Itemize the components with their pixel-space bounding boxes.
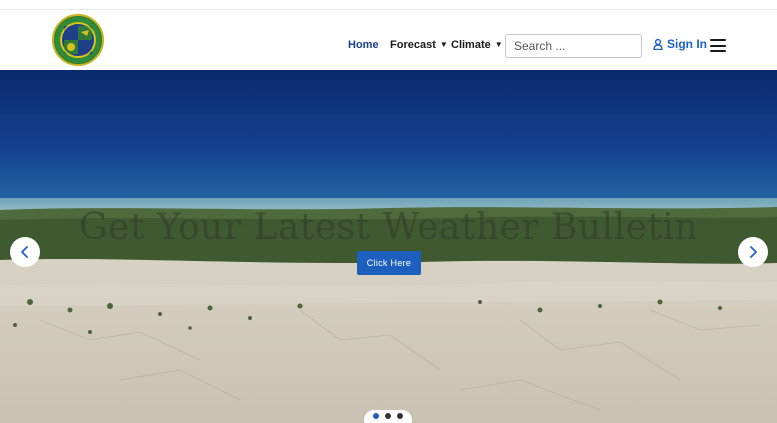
click-here-button[interactable]: Click Here	[357, 251, 421, 275]
sign-in-link[interactable]: Sign In	[653, 37, 707, 51]
hero-title: Get Your Latest Weather Bulletin	[78, 207, 699, 248]
chevron-right-icon	[750, 246, 757, 258]
carousel-dot-2[interactable]	[385, 413, 391, 419]
hero-carousel: Get Your Latest Weather Bulletin Click H…	[0, 70, 777, 423]
user-icon	[653, 38, 663, 50]
nav-forecast-label: Forecast	[390, 39, 436, 51]
carousel-prev-button[interactable]	[10, 237, 40, 267]
carousel-dot-3[interactable]	[397, 413, 403, 419]
chevron-down-icon: ▼	[494, 40, 503, 49]
site-logo[interactable]	[52, 14, 104, 66]
carousel-indicators	[364, 410, 412, 423]
site-header: Home Forecast▼ Climate▼ Sign In	[0, 10, 777, 70]
top-strip	[0, 0, 777, 10]
chevron-left-icon	[21, 246, 28, 258]
carousel-dot-1[interactable]	[373, 413, 379, 419]
nav-forecast[interactable]: Forecast ▼	[390, 39, 448, 51]
sign-in-label: Sign In	[667, 37, 707, 51]
search-input[interactable]	[505, 34, 642, 58]
menu-icon[interactable]	[710, 39, 726, 52]
logo-emblem-icon	[55, 17, 101, 63]
chevron-down-icon: ▼	[439, 40, 448, 49]
nav-climate-label: Climate	[451, 39, 491, 51]
nav-climate[interactable]: Climate ▼	[451, 39, 503, 51]
carousel-next-button[interactable]	[738, 237, 768, 267]
nav-home[interactable]: Home	[348, 39, 379, 51]
